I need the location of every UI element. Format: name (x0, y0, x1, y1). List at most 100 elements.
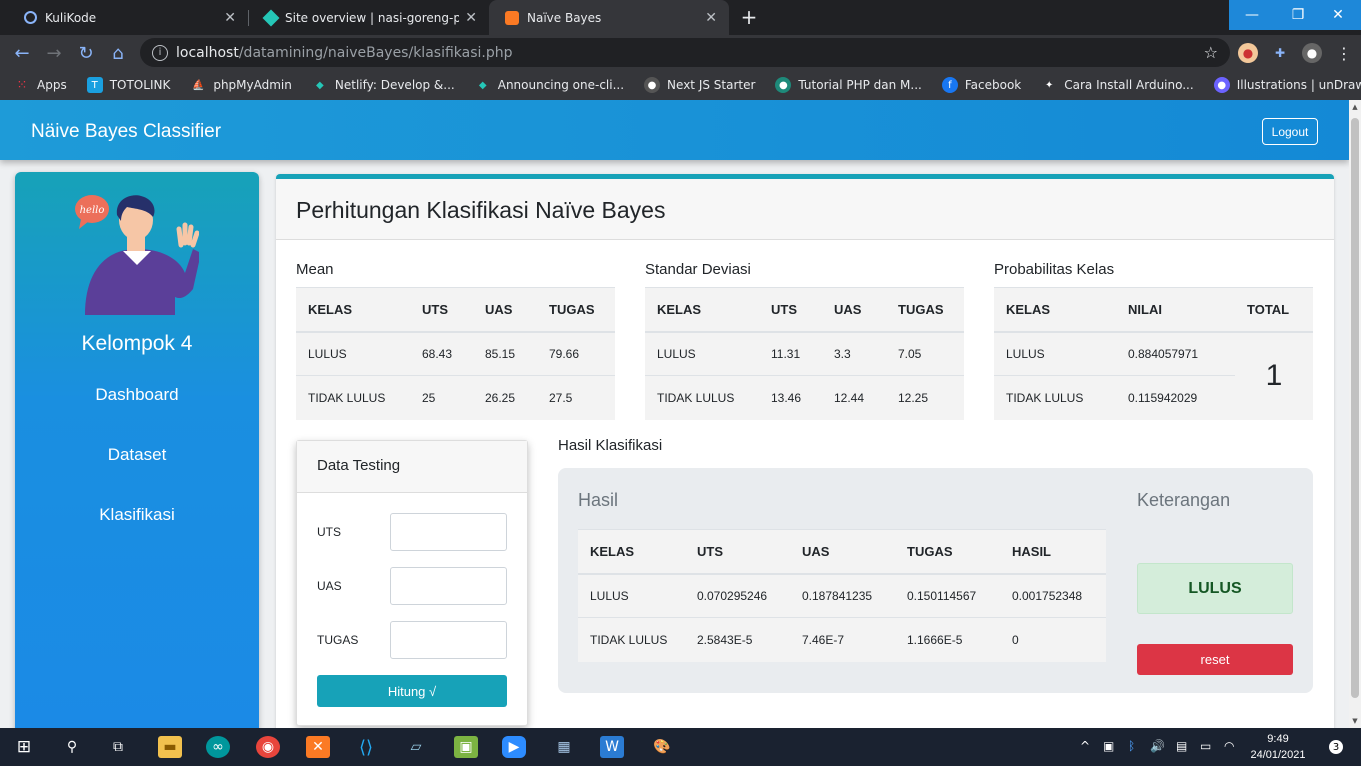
back-icon[interactable]: ← (10, 41, 34, 65)
close-window-button[interactable]: ✕ (1315, 0, 1361, 30)
bookmark-tutorial-php[interactable]: ● Tutorial PHP dan M... (775, 77, 922, 93)
bookmark-arduino[interactable]: ✦ Cara Install Arduino... (1041, 77, 1194, 93)
url-path: /datamining/naiveBayes/klasifikasi.php (238, 44, 513, 61)
bookmark-netlify[interactable]: ◆ Netlify: Develop &... (312, 77, 455, 93)
forward-icon[interactable]: → (42, 41, 66, 65)
wifi-icon[interactable]: ◠ (1224, 739, 1234, 753)
home-icon[interactable]: ⌂ (106, 41, 130, 65)
column-header: UAS (790, 529, 895, 575)
windows-start-icon[interactable]: ⊞ (12, 736, 36, 758)
taskbar-clock[interactable]: 9:49 24/01/2021 (1248, 731, 1308, 763)
tab-kulikode[interactable]: KuliKode ✕ (8, 0, 248, 35)
uts-input[interactable] (390, 513, 507, 551)
reload-icon[interactable]: ↻ (74, 41, 98, 65)
chrome-icon[interactable]: ◉ (256, 736, 280, 758)
uas-input[interactable] (390, 567, 507, 605)
uts-label: UTS (317, 525, 341, 539)
bookmark-label: Announcing one-cli... (497, 78, 625, 92)
logout-button[interactable]: Logout (1262, 118, 1318, 145)
close-icon[interactable]: ✕ (705, 10, 717, 26)
extension-icon[interactable]: ● (1238, 43, 1258, 63)
apps-grid-icon: ⁙ (16, 77, 28, 93)
bookmark-nextjs[interactable]: ● Next JS Starter (644, 77, 755, 93)
cell: TIDAK LULUS (645, 375, 759, 420)
column-header: NILAI (1116, 287, 1235, 333)
scroll-down-icon[interactable]: ▼ (1349, 717, 1361, 725)
cell: TIDAK LULUS (296, 375, 410, 420)
xampp-icon[interactable]: ✕ (306, 736, 330, 758)
tab-naive-bayes[interactable]: Naïve Bayes ✕ (489, 0, 729, 35)
bookmark-facebook[interactable]: f Facebook (941, 77, 1021, 93)
tray-app-icon[interactable]: ▣ (1103, 739, 1114, 753)
bluetooth-icon[interactable]: ᛒ (1128, 739, 1135, 753)
app-navbar: Näive Bayes Classifier Logout (0, 100, 1349, 160)
notepad-icon[interactable]: ▱ (404, 736, 428, 758)
column-header: TUGAS (886, 287, 964, 333)
close-icon[interactable]: ✕ (224, 10, 236, 26)
search-icon[interactable]: ⚲ (60, 736, 84, 758)
close-icon[interactable]: ✕ (465, 10, 477, 26)
column-header: KELAS (645, 287, 759, 333)
notification-count: 3 (1329, 740, 1343, 754)
tugas-input[interactable] (390, 621, 507, 659)
xampp-icon (505, 10, 519, 25)
arduino-icon[interactable]: ∞ (206, 736, 230, 758)
reset-button[interactable]: reset (1137, 644, 1293, 675)
paint-icon[interactable]: 🎨 (650, 736, 674, 758)
minimize-button[interactable]: — (1229, 0, 1275, 30)
bookmark-totolink[interactable]: T TOTOLINK (86, 77, 170, 93)
zoom-icon[interactable]: ▶ (502, 736, 526, 758)
page-title: Perhitungan Klasifikasi Naïve Bayes (296, 197, 666, 223)
new-tab-button[interactable]: + (738, 5, 760, 29)
cell: 0.150114567 (895, 573, 1000, 618)
address-bar[interactable]: i localhost/datamining/naiveBayes/klasif… (140, 38, 1230, 67)
network-icon[interactable]: ▤ (1176, 739, 1187, 753)
puzzle-icon[interactable]: ✚ (1270, 43, 1290, 63)
sidebar-item-klasifikasi[interactable]: Klasifikasi (15, 505, 259, 525)
brand-title[interactable]: Näive Bayes Classifier (31, 121, 221, 143)
sidebar-item-dashboard[interactable]: Dashboard (15, 385, 259, 405)
column-header: KELAS (578, 529, 685, 575)
profile-avatar[interactable]: ● (1302, 43, 1322, 63)
cell: LULUS (994, 331, 1116, 376)
bookmark-announcing[interactable]: ◆ Announcing one-cli... (475, 77, 624, 93)
scrollbar-thumb[interactable] (1351, 118, 1359, 698)
cell: 85.15 (473, 331, 537, 376)
prob-title: Probabilitas Kelas (994, 261, 1115, 278)
info-icon[interactable]: i (152, 44, 168, 61)
battery-icon[interactable]: ▭ (1200, 739, 1211, 753)
task-view-icon[interactable]: ⧉ (106, 736, 130, 758)
bookmark-phpmyadmin[interactable]: ⛵ phpMyAdmin (190, 77, 292, 93)
bookmark-label: Cara Install Arduino... (1064, 78, 1194, 92)
word-icon[interactable]: W (600, 736, 624, 758)
file-explorer-icon[interactable]: ▬ (158, 736, 182, 758)
scroll-up-icon[interactable]: ▲ (1349, 103, 1361, 111)
uas-label: UAS (317, 579, 342, 593)
menu-icon[interactable]: ⋮ (1334, 43, 1354, 63)
cell: 7.05 (886, 331, 964, 376)
tab-netlify[interactable]: Site overview | nasi-goreng-pahla ✕ (249, 0, 489, 35)
bookmark-undraw[interactable]: ● Illustrations | unDraw (1213, 77, 1361, 93)
volume-icon[interactable]: 🔊 (1150, 739, 1165, 753)
page-scrollbar[interactable]: ▲ ▼ (1349, 100, 1361, 728)
table-row: TIDAK LULUS 13.46 12.44 12.25 (645, 375, 964, 420)
virtualbox-icon[interactable]: ▦ (552, 736, 576, 758)
cell: LULUS (645, 331, 759, 376)
vscode-icon[interactable]: ⟨⟩ (354, 736, 378, 758)
main-card: Perhitungan Klasifikasi Naïve Bayes Mean… (276, 174, 1334, 728)
netlify-icon: ◆ (316, 79, 324, 91)
facebook-icon: f (941, 77, 958, 93)
sidebar-item-dataset[interactable]: Dataset (15, 445, 259, 465)
arduino-icon: ✦ (1045, 79, 1054, 91)
avatar-illustration: hello (75, 195, 199, 315)
cell: 27.5 (537, 375, 615, 420)
bookmark-label: Next JS Starter (667, 78, 756, 92)
hitung-button[interactable]: Hitung √ (317, 675, 507, 707)
bookmark-apps[interactable]: ⁙ Apps (14, 77, 67, 93)
notification-icon[interactable]: 3 (1325, 736, 1347, 758)
chevron-up-icon[interactable]: ^ (1080, 739, 1090, 753)
android-icon[interactable]: ▣ (454, 736, 478, 758)
table-row: LULUS 11.31 3.3 7.05 (645, 331, 964, 376)
star-icon[interactable]: ☆ (1204, 43, 1218, 62)
table-row: LULUS 0.884057971 1 (994, 331, 1313, 392)
